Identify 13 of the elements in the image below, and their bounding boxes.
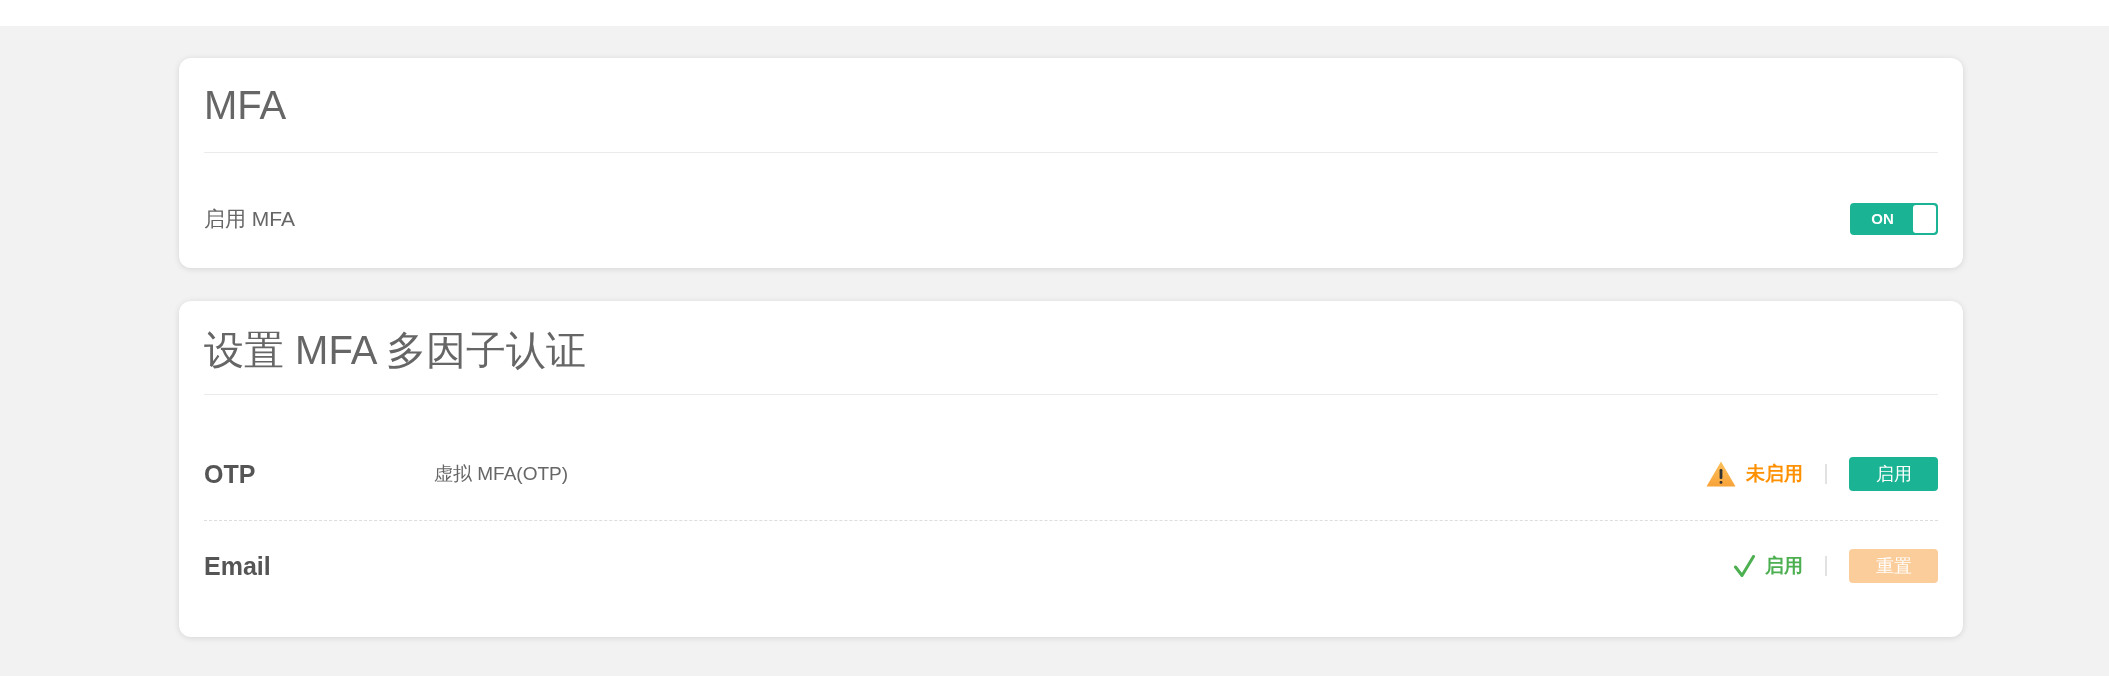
action-button[interactable]: 启用 [1849,457,1938,491]
toggle-knob [1913,205,1936,233]
card-title: MFA [204,82,287,129]
toggle-switch[interactable]: ON [1850,203,1938,235]
method-name: Email [204,551,272,582]
card-title: 设置 MFA 多因子认证 [204,327,587,374]
method-description: 虚拟 MFA(OTP) [434,462,569,486]
warning-icon [1706,461,1736,487]
setting-label: 启用 MFA [204,206,295,232]
status-text: 启用 [1765,554,1803,578]
check-icon [1734,555,1755,577]
method-name: OTP [204,459,257,490]
status-text: 未启用 [1746,462,1803,486]
